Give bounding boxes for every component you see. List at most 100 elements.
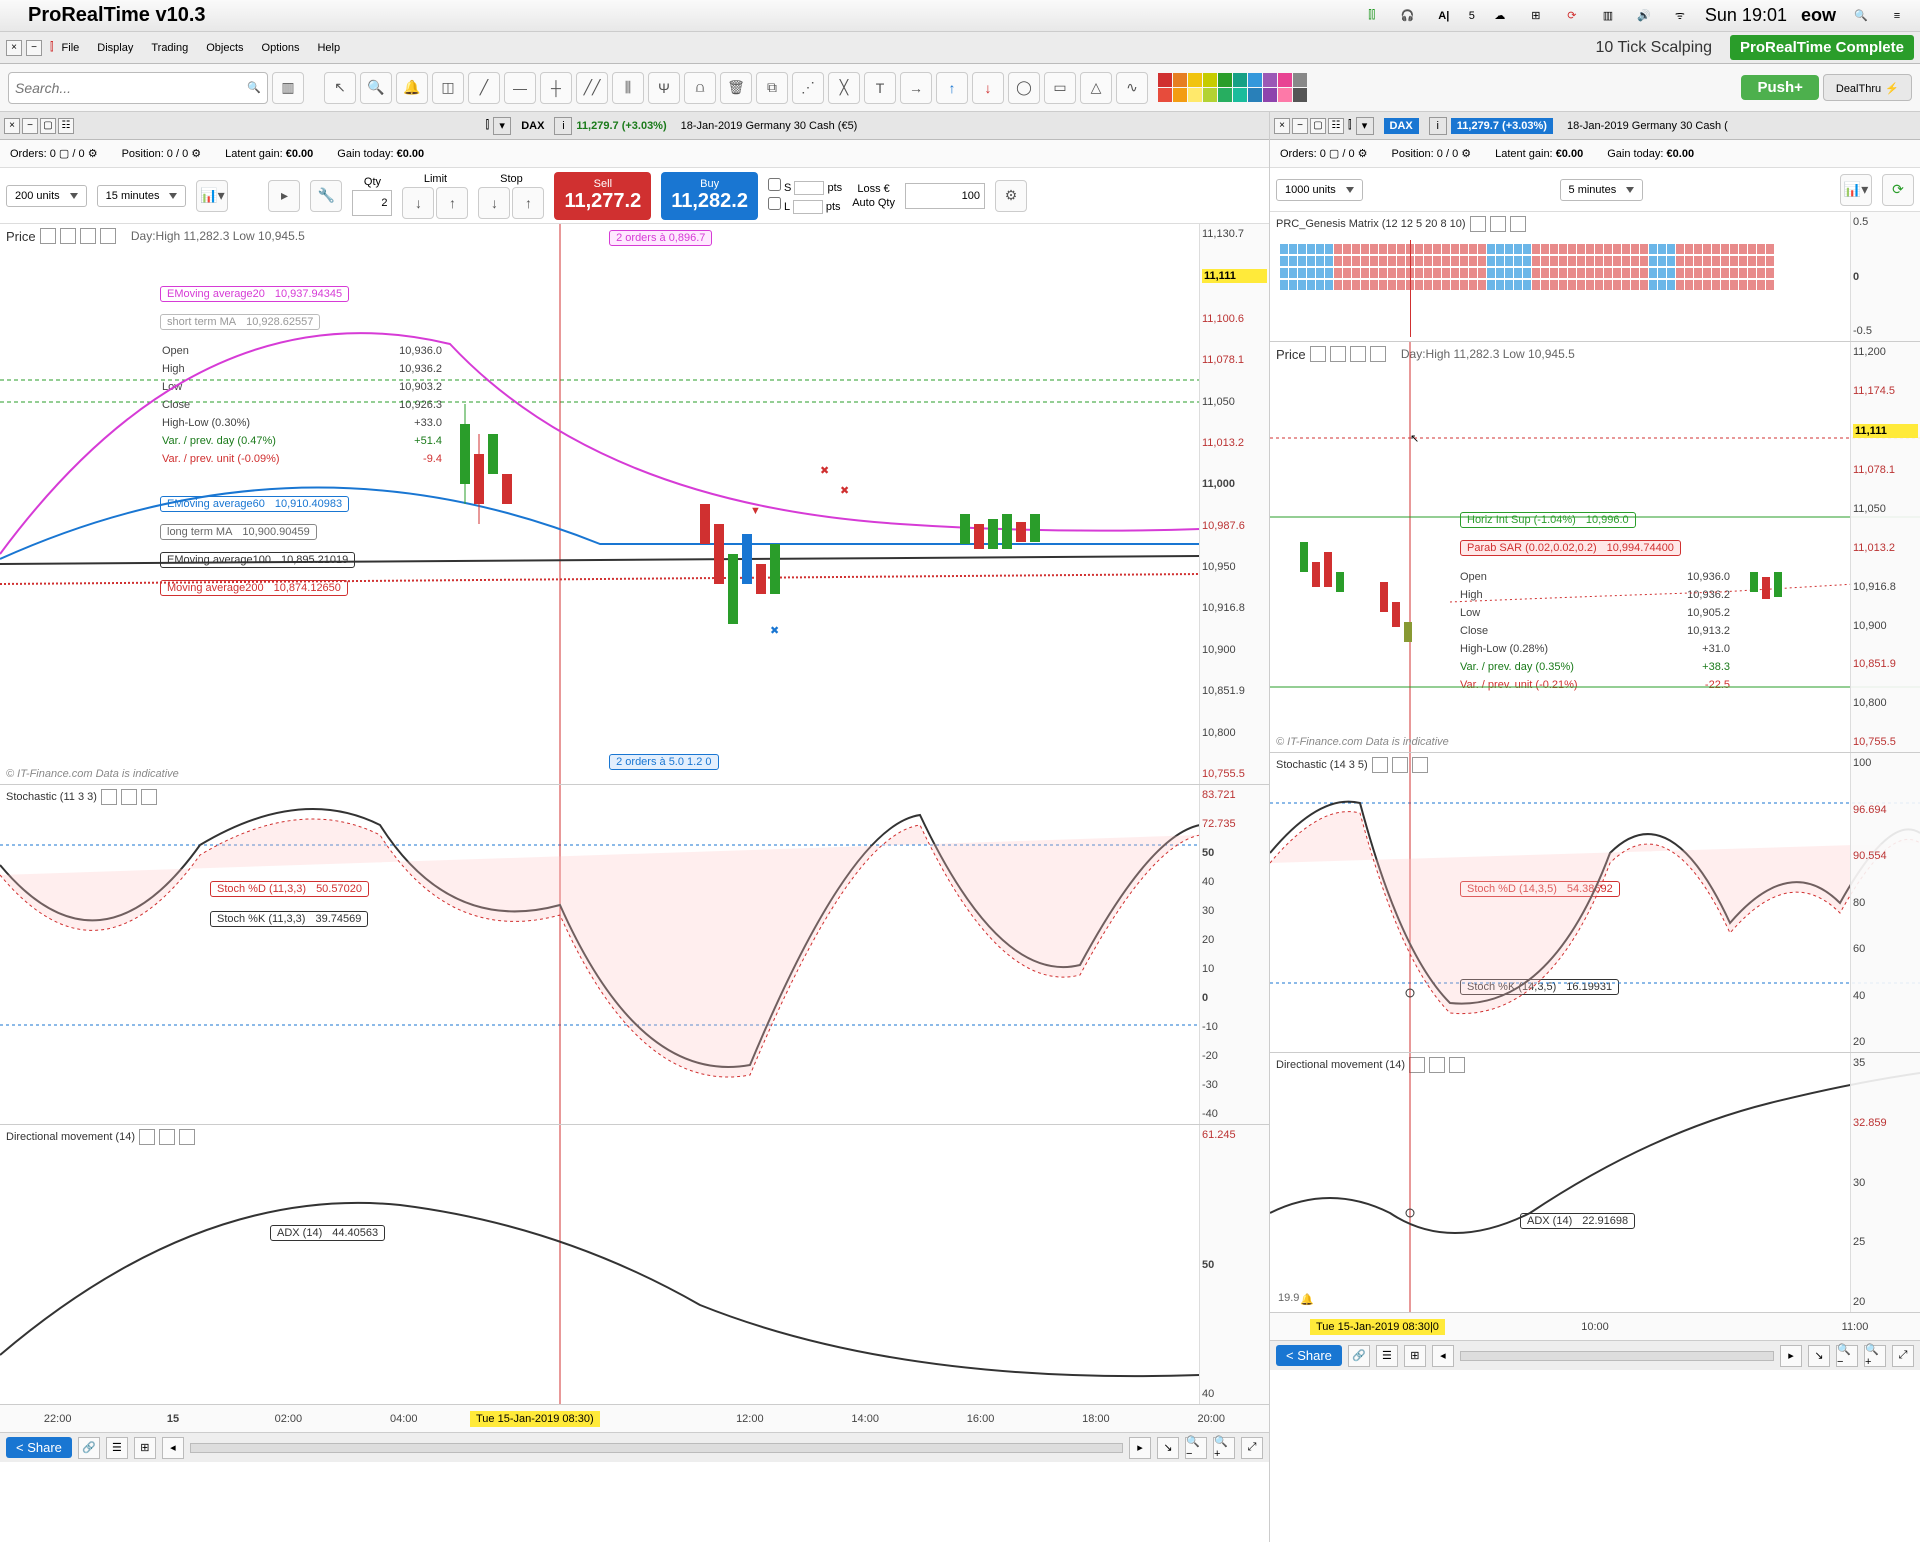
hline-icon[interactable]: — (504, 72, 536, 104)
push-button[interactable]: Push+ (1741, 75, 1818, 100)
layout-icon[interactable]: ☷ (58, 118, 74, 134)
goto-icon[interactable]: ↘ (1157, 1437, 1179, 1459)
updates-icon[interactable]: ⟳ (1561, 5, 1583, 27)
wifi-icon[interactable]: ᯤ (1669, 5, 1691, 27)
dealthru-button[interactable]: DealThru ⚡ (1823, 74, 1912, 101)
s-pts-input[interactable] (794, 181, 824, 195)
ruler-icon[interactable]: ╳ (828, 72, 860, 104)
menu-objects[interactable]: Objects (206, 42, 243, 54)
fib-icon[interactable]: ⫼ (612, 72, 644, 104)
qty-input[interactable] (352, 190, 392, 216)
left-price-chart[interactable]: Price Day:High 11,282.3 Low 10,945.5 2 o… (0, 224, 1269, 784)
search-input[interactable] (15, 80, 247, 96)
arrow-down-icon[interactable]: ↓ (972, 72, 1004, 104)
settings-icon[interactable]: ⟳ (1882, 174, 1914, 206)
arrow-up-icon[interactable]: ↑ (936, 72, 968, 104)
pitchfork-icon[interactable]: Ψ (648, 72, 680, 104)
symbol[interactable]: DAX (521, 120, 544, 132)
eraser-icon[interactable]: ◫ (432, 72, 464, 104)
rect-icon[interactable]: ▭ (1044, 72, 1076, 104)
minimize-icon[interactable]: − (26, 40, 42, 56)
share-button[interactable]: < Share (1276, 1345, 1342, 1366)
gear-icon[interactable]: ⚙ (88, 148, 98, 160)
zoomout-icon[interactable]: 🔍− (1836, 1345, 1858, 1367)
cursor-icon[interactable]: ↖ (324, 72, 356, 104)
chart-type-icon[interactable]: 📊▾ (196, 180, 228, 212)
chart-type-icon[interactable]: 📊▾ (1840, 174, 1872, 206)
color-palette[interactable] (1158, 73, 1307, 102)
info-icon[interactable]: i (554, 117, 572, 135)
l-pts-input[interactable] (793, 200, 823, 214)
left-adx-chart[interactable]: Directional movement (14) ADX (14)44.405… (0, 1124, 1269, 1404)
goto-icon[interactable]: ↘ (1808, 1345, 1830, 1367)
left-stoch-chart[interactable]: Stochastic (11 3 3) Stoch %D (11,3,3)50.… (0, 784, 1269, 1124)
menu-trading[interactable]: Trading (151, 42, 188, 54)
conn-icon[interactable]: ▥ (1597, 5, 1619, 27)
autoqty-settings-icon[interactable]: ⚙ (995, 180, 1027, 212)
triangle-icon[interactable]: △ (1080, 72, 1112, 104)
trendline-icon[interactable]: ╱ (468, 72, 500, 104)
gear-icon[interactable]: ⚙ (191, 148, 201, 160)
buy-button[interactable]: Buy11,282.2 (661, 172, 758, 220)
matrix-chart[interactable]: PRC_Genesis Matrix (12 12 5 20 8 10) 0.5… (1270, 212, 1920, 342)
play-icon[interactable]: ▸ (268, 180, 300, 212)
menu-display[interactable]: Display (97, 42, 133, 54)
volume-icon[interactable]: 🔊 (1633, 5, 1655, 27)
scrollbar[interactable] (190, 1443, 1123, 1453)
orders-box-icon[interactable]: ▢ (59, 148, 69, 160)
adobe-icon[interactable]: A| (1433, 5, 1455, 27)
link-icon[interactable]: 🔗 (78, 1437, 100, 1459)
timeframe-dropdown[interactable]: 15 minutes (97, 185, 187, 207)
stop-buy-icon[interactable]: ↑ (512, 187, 544, 219)
panel-icon[interactable] (1490, 216, 1506, 232)
right-stoch-chart[interactable]: Stochastic (14 3 5) Stoch %D (14,3,5)54.… (1270, 752, 1920, 1052)
scrollbar[interactable] (1460, 1351, 1774, 1361)
cycle-icon[interactable]: ∿ (1116, 72, 1148, 104)
channel-icon[interactable]: ╱╱ (576, 72, 608, 104)
close-icon[interactable] (1510, 216, 1526, 232)
close-icon[interactable]: × (6, 40, 22, 56)
cloud-icon[interactable]: ☁ (1489, 5, 1511, 27)
spotlight-icon[interactable]: 🔍 (1850, 5, 1872, 27)
zoom-icon[interactable]: 🔍 (360, 72, 392, 104)
text-icon[interactable]: T (864, 72, 896, 104)
calc-icon[interactable]: ⊞ (134, 1437, 156, 1459)
zoomin-icon[interactable]: 🔍+ (1864, 1345, 1886, 1367)
menu-icon[interactable]: ≡ (1886, 5, 1908, 27)
expand-icon[interactable]: ⤢ (1241, 1437, 1263, 1459)
timeframe-dropdown[interactable]: 5 minutes (1560, 179, 1644, 201)
scroll-right-icon[interactable]: ▸ (1780, 1345, 1802, 1367)
wrench-icon[interactable]: 🔧 (310, 180, 342, 212)
close-icon[interactable]: × (1274, 118, 1290, 134)
vline-icon[interactable]: ┼ (540, 72, 572, 104)
menu-file[interactable]: File (62, 42, 80, 54)
l-checkbox[interactable] (768, 197, 781, 210)
info-icon[interactable]: i (1429, 117, 1447, 135)
scroll-left-icon[interactable]: ◂ (1432, 1345, 1454, 1367)
alert-icon[interactable]: 🔔 (396, 72, 428, 104)
strategy-name[interactable]: 10 Tick Scalping (1596, 39, 1713, 57)
zoomin-icon[interactable]: 🔍+ (1213, 1437, 1235, 1459)
arrow-right-icon[interactable]: → (900, 72, 932, 104)
close-icon[interactable]: × (4, 118, 20, 134)
wrench-icon[interactable] (1470, 216, 1486, 232)
symbol[interactable]: DAX (1384, 118, 1419, 134)
scroll-left-icon[interactable]: ◂ (162, 1437, 184, 1459)
expand-icon[interactable]: ⤢ (1892, 1345, 1914, 1367)
autoqty-input[interactable] (905, 183, 985, 209)
min-icon[interactable]: − (22, 118, 38, 134)
limit-sell-icon[interactable]: ↓ (402, 187, 434, 219)
stop-sell-icon[interactable]: ↓ (478, 187, 510, 219)
right-adx-chart[interactable]: Directional movement (14) ADX (14)22.916… (1270, 1052, 1920, 1312)
search-icon[interactable]: 🔍 (247, 81, 261, 94)
s-checkbox[interactable] (768, 178, 781, 191)
calc-icon[interactable]: ⊞ (1404, 1345, 1426, 1367)
min-icon[interactable]: − (1292, 118, 1308, 134)
headphones-icon[interactable]: 🎧 (1397, 5, 1419, 27)
pattern-icon[interactable]: ⩍ (684, 72, 716, 104)
dropdown-icon[interactable]: ▾ (493, 117, 511, 135)
sell-button[interactable]: Sell11,277.2 (554, 172, 651, 220)
list-icon[interactable]: ☰ (1376, 1345, 1398, 1367)
scroll-right-icon[interactable]: ▸ (1129, 1437, 1151, 1459)
max-icon[interactable]: ▢ (1310, 118, 1326, 134)
